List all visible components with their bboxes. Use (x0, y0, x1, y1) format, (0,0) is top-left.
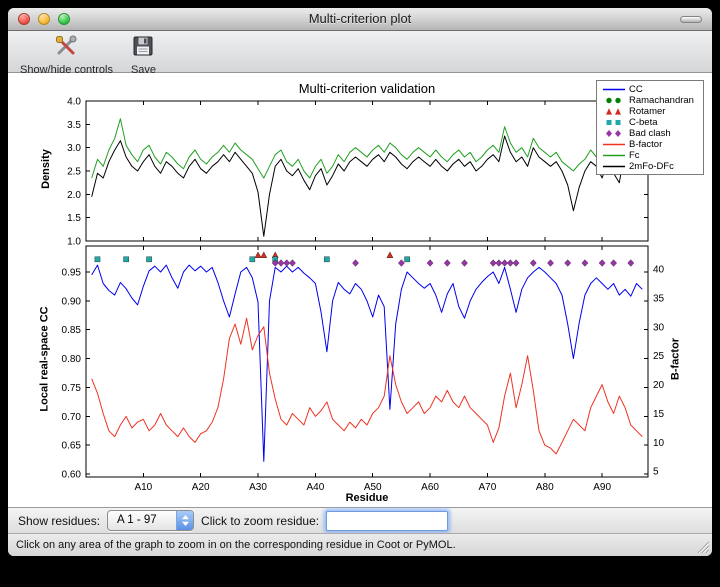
svg-text:15: 15 (653, 409, 665, 420)
legend-item: Rotamer (601, 106, 700, 117)
tools-icon (54, 34, 78, 63)
svg-text:2.0: 2.0 (67, 190, 81, 201)
legend-label: Fc (629, 150, 640, 161)
residue-range-select[interactable]: A 1 - 97 (107, 510, 194, 531)
legend-line-sample (601, 85, 626, 94)
svg-text:0.75: 0.75 (62, 383, 82, 394)
legend-line-sample (601, 162, 626, 171)
svg-text:40: 40 (653, 265, 665, 276)
bfactor-axis-label: B-factor (670, 244, 682, 475)
legend-item: C-beta (601, 117, 700, 128)
title-bar[interactable]: Multi-criterion plot (8, 8, 712, 31)
legend-label: Ramachandran (629, 95, 694, 106)
svg-text:5: 5 (653, 467, 659, 478)
plot-legend: CCRamachandranRotamerC-betaBad clashB-fa… (596, 80, 704, 175)
legend-item: Fc (601, 150, 700, 161)
svg-text:0.65: 0.65 (62, 441, 82, 452)
legend-square-icon (601, 118, 626, 127)
cc-bfactor-plot-frame (86, 246, 648, 477)
app-window: Multi-criterion plot Show/hide controls (8, 8, 712, 556)
svg-text:30: 30 (653, 322, 665, 333)
show-hide-controls-button[interactable]: Show/hide controls (20, 34, 113, 76)
svg-text:25: 25 (653, 351, 665, 362)
residue-axis-label: Residue (86, 492, 648, 504)
plot-canvas[interactable]: 1.0 1.5 2.0 2.5 3.0 3.5 4.0 0.60 0.65 0.70 0.75 0.8… (8, 73, 712, 507)
window-title: Multi-criterion plot (8, 8, 712, 30)
save-button[interactable]: Save (131, 34, 156, 76)
residue-range-value: A 1 - 97 (108, 511, 176, 530)
legend-label: C-beta (629, 117, 658, 128)
status-bar: Click on any area of the graph to zoom i… (8, 533, 712, 556)
legend-label: 2mFo-DFc (629, 161, 674, 172)
legend-item: Ramachandran (601, 95, 700, 106)
svg-text:10: 10 (653, 438, 665, 449)
legend-item: B-factor (601, 139, 700, 150)
status-text: Click on any area of the graph to zoom i… (16, 539, 456, 551)
figure-title: Multi-criterion validation (86, 81, 648, 96)
toolbar-toggle-button[interactable] (680, 16, 702, 23)
controls-bar: Show residues: A 1 - 97 Click to zoom re… (8, 507, 712, 533)
zoom-residue-input[interactable] (326, 511, 448, 531)
density-plot-frame (86, 101, 648, 241)
legend-line-sample (601, 151, 626, 160)
legend-item: Bad clash (601, 128, 700, 139)
svg-text:1.0: 1.0 (67, 237, 81, 248)
svg-text:3.5: 3.5 (67, 120, 81, 131)
svg-text:3.0: 3.0 (67, 143, 81, 154)
svg-text:0.95: 0.95 (62, 267, 82, 278)
svg-text:2.5: 2.5 (67, 167, 81, 178)
svg-text:20: 20 (653, 380, 665, 391)
legend-label: B-factor (629, 139, 662, 150)
legend-label: Rotamer (629, 106, 665, 117)
svg-text:0.80: 0.80 (62, 354, 82, 365)
show-residues-label: Show residues: (18, 514, 100, 528)
popup-stepper-icon (176, 511, 193, 530)
legend-item: 2mFo-DFc (601, 161, 700, 172)
svg-text:35: 35 (653, 293, 665, 304)
svg-text:0.90: 0.90 (62, 296, 82, 307)
svg-text:0.70: 0.70 (62, 412, 82, 423)
legend-triangle-icon (601, 107, 626, 116)
legend-item: CC (601, 84, 700, 95)
legend-label: CC (629, 84, 643, 95)
zoom-residue-label: Click to zoom residue: (201, 514, 319, 528)
legend-diamond-icon (601, 129, 626, 138)
legend-circle-icon (601, 96, 626, 105)
svg-text:1.5: 1.5 (67, 213, 81, 224)
svg-text:0.60: 0.60 (62, 470, 82, 481)
cc-axis-label: Local real-space CC (39, 244, 51, 475)
legend-label: Bad clash (629, 128, 671, 139)
resize-grip[interactable] (696, 540, 709, 553)
legend-line-sample (601, 140, 626, 149)
save-icon (131, 34, 155, 63)
toolbar: Show/hide controls Save (8, 31, 712, 73)
density-axis-label: Density (40, 99, 52, 239)
svg-text:4.0: 4.0 (67, 97, 81, 108)
svg-text:0.85: 0.85 (62, 325, 82, 336)
